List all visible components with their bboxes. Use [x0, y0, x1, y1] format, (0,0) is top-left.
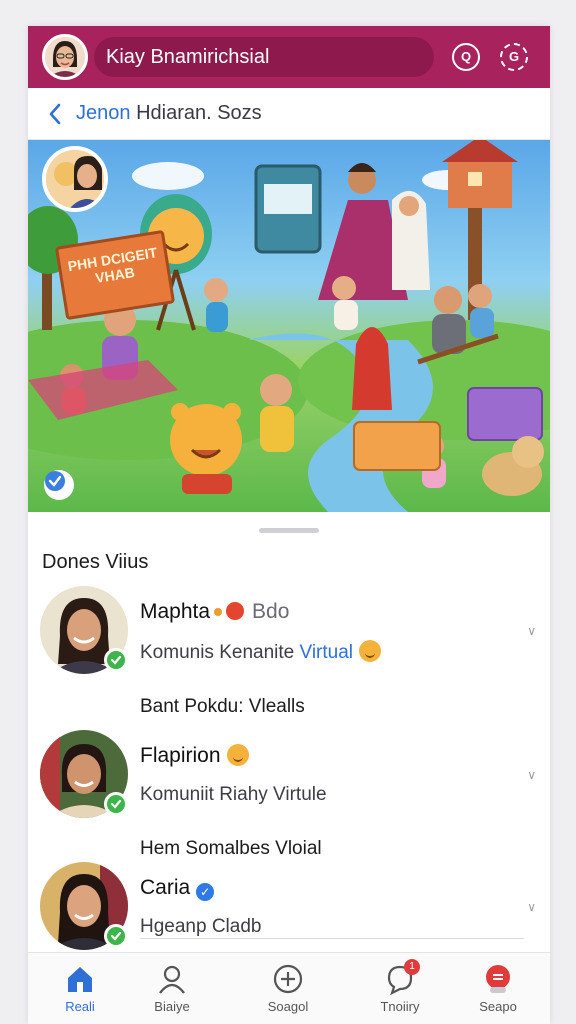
chevron-down-icon[interactable]: ∨: [527, 624, 536, 638]
chevron-down-icon[interactable]: ∨: [527, 768, 536, 782]
app-screen: Kiay Bnamirichsial Q G Jenon Hdiaran. So…: [28, 26, 550, 1024]
contact-subtitle-text: Komunis Kenanite: [140, 642, 295, 663]
notification-icon: 1: [384, 959, 420, 996]
online-check-icon: [104, 648, 128, 672]
profile-icon: [156, 963, 188, 995]
hero-scene: [28, 140, 550, 512]
add-icon: [272, 963, 304, 995]
notification-badge: 1: [404, 959, 420, 975]
contact-subtitle: Komunis Kenanite Virtual: [140, 640, 382, 664]
contact-extra: Bdo: [252, 600, 290, 623]
contact-name-text: Flapirion: [140, 744, 221, 767]
contact-name: Flapirion: [140, 744, 249, 768]
nav-profile[interactable]: Biaiye: [120, 953, 224, 1024]
hero-avatar[interactable]: [42, 146, 108, 212]
group-label: Hem Somalbes Vloial: [140, 838, 322, 859]
breadcrumb-text: Hdiaran. Sozs: [136, 102, 262, 124]
status-dot-icon: [214, 608, 223, 616]
nav-home[interactable]: Reali: [28, 953, 132, 1024]
refresh-icon[interactable]: G: [500, 43, 528, 71]
nav-shop[interactable]: Seapo: [446, 953, 550, 1024]
contact-name: Maphta Bdo: [140, 600, 289, 624]
contact-name-text: Maphta: [140, 600, 211, 623]
bottom-navigation: Reali Biaiye Soagol 1 Tnoiiry Seapo: [28, 952, 550, 1024]
header-title[interactable]: Kiay Bnamirichsial: [94, 37, 434, 77]
nav-label: Biaiye: [154, 999, 190, 1014]
nav-label: Soagol: [267, 999, 309, 1014]
contact-name-text: Caria: [140, 876, 191, 899]
group-label: Bant Pokdu: Vlealls: [140, 696, 305, 717]
contact-subtitle: Komuniit Riahy Virtule: [140, 784, 327, 805]
app-header: Kiay Bnamirichsial Q G: [28, 26, 550, 88]
emoji-icon: [226, 744, 249, 766]
divider: [140, 938, 524, 939]
nav-add[interactable]: Soagol: [236, 953, 340, 1024]
live-icon: [226, 602, 245, 620]
contact-row[interactable]: Flapirion Komuniit Riahy Virtule ∨: [28, 730, 550, 840]
user-avatar[interactable]: [42, 34, 88, 80]
chevron-down-icon[interactable]: ∨: [527, 900, 536, 914]
chat-icon[interactable]: Q: [452, 43, 480, 71]
section-title: Dones Viius: [42, 551, 149, 573]
breadcrumb-label: Jenon Hdiaran. Sozs: [76, 102, 262, 125]
breadcrumb: Jenon Hdiaran. Sozs: [28, 88, 550, 140]
back-arrow-icon[interactable]: [38, 88, 72, 140]
nav-label: Reali: [65, 999, 95, 1014]
verified-badge-icon: ✓: [196, 883, 215, 901]
verified-check-icon: [44, 470, 74, 500]
contact-name: Caria ✓: [140, 876, 215, 901]
shop-icon: [482, 963, 514, 995]
contacts-sheet: Dones Viius Maphta Bdo Komunis Kenanite: [28, 512, 550, 952]
hero-illustration[interactable]: PHH DCIGEIT VHAB: [28, 140, 550, 512]
home-icon: [64, 963, 96, 995]
breadcrumb-prefix: Jenon: [76, 102, 131, 124]
nav-notifications[interactable]: 1 Tnoiiry: [348, 953, 452, 1024]
online-check-icon: [104, 792, 128, 816]
online-check-icon: [104, 924, 128, 948]
drag-handle[interactable]: [259, 528, 319, 533]
nav-label: Tnoiiry: [380, 999, 420, 1014]
emoji-icon: [359, 640, 382, 662]
contact-row[interactable]: Maphta Bdo Komunis Kenanite Virtual ∨: [28, 586, 550, 696]
contact-subtitle: Hgeanp Cladb: [140, 916, 262, 937]
nav-label: Seapo: [479, 999, 517, 1014]
contact-subtitle-highlight: Virtual: [299, 642, 354, 663]
